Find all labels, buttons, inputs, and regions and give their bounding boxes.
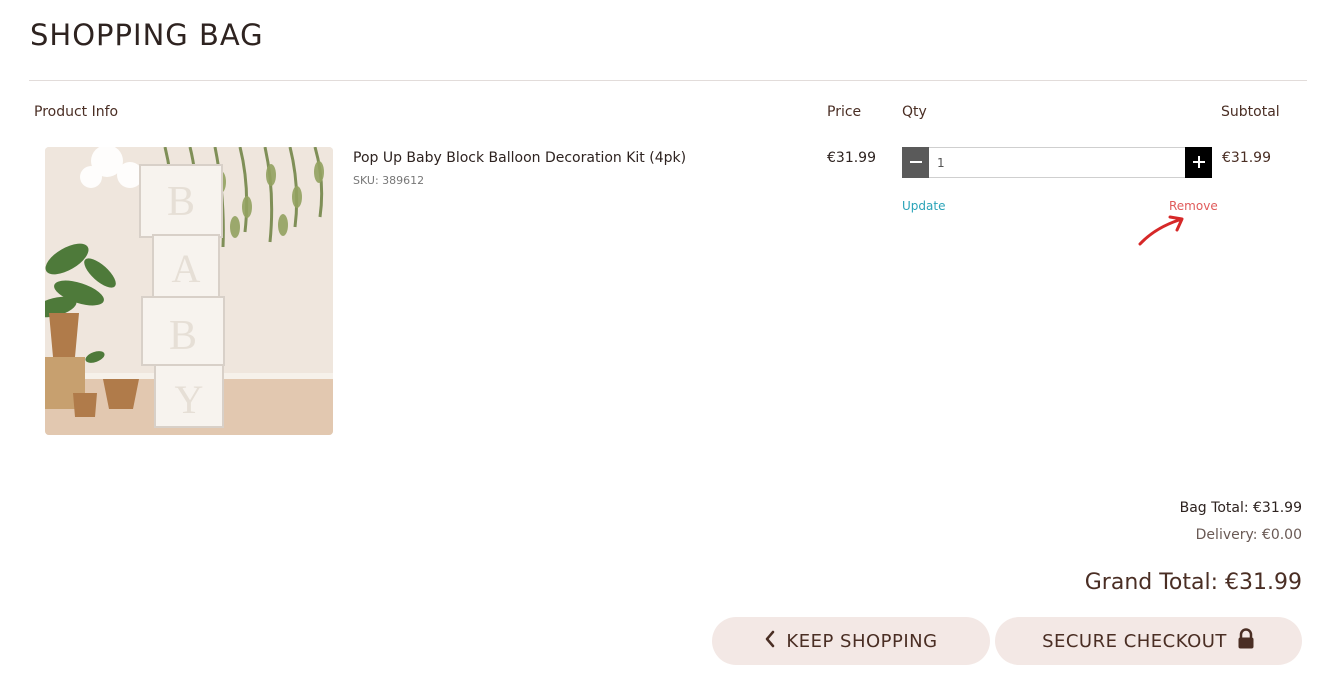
svg-text:Y: Y — [175, 377, 204, 422]
plus-icon — [1192, 152, 1205, 173]
keep-shopping-label: KEEP SHOPPING — [786, 630, 938, 652]
svg-text:B: B — [169, 313, 197, 359]
column-header-qty: Qty — [902, 104, 927, 120]
header-divider — [29, 80, 1307, 81]
chevron-left-icon — [764, 630, 776, 653]
quantity-input[interactable] — [929, 147, 1185, 178]
quantity-increase-button[interactable] — [1185, 147, 1212, 178]
svg-text:A: A — [172, 246, 201, 291]
product-name[interactable]: Pop Up Baby Block Balloon Decoration Kit… — [353, 150, 686, 166]
column-header-product-info: Product Info — [34, 104, 119, 120]
item-price: €31.99 — [827, 150, 876, 166]
column-header-subtotal: Subtotal — [1221, 104, 1280, 120]
quantity-decrease-button[interactable] — [902, 147, 929, 178]
delivery-cost: Delivery: €0.00 — [1195, 527, 1302, 543]
minus-icon — [909, 152, 922, 173]
secure-checkout-button[interactable]: SECURE CHECKOUT — [995, 617, 1302, 665]
grand-total: Grand Total: €31.99 — [1084, 570, 1302, 595]
page-title: SHOPPING BAG — [30, 18, 264, 52]
keep-shopping-button[interactable]: KEEP SHOPPING — [712, 617, 990, 665]
bag-total: Bag Total: €31.99 — [1179, 500, 1302, 516]
red-arrow-annotation — [1137, 210, 1189, 252]
item-subtotal: €31.99 — [1222, 150, 1271, 166]
product-image[interactable]: B A B Y — [45, 147, 333, 435]
secure-checkout-label: SECURE CHECKOUT — [1042, 630, 1227, 652]
svg-text:B: B — [167, 179, 195, 225]
product-sku: SKU: 389612 — [353, 174, 425, 187]
update-link[interactable]: Update — [902, 199, 945, 213]
lock-icon — [1237, 627, 1255, 655]
column-header-price: Price — [827, 104, 862, 120]
